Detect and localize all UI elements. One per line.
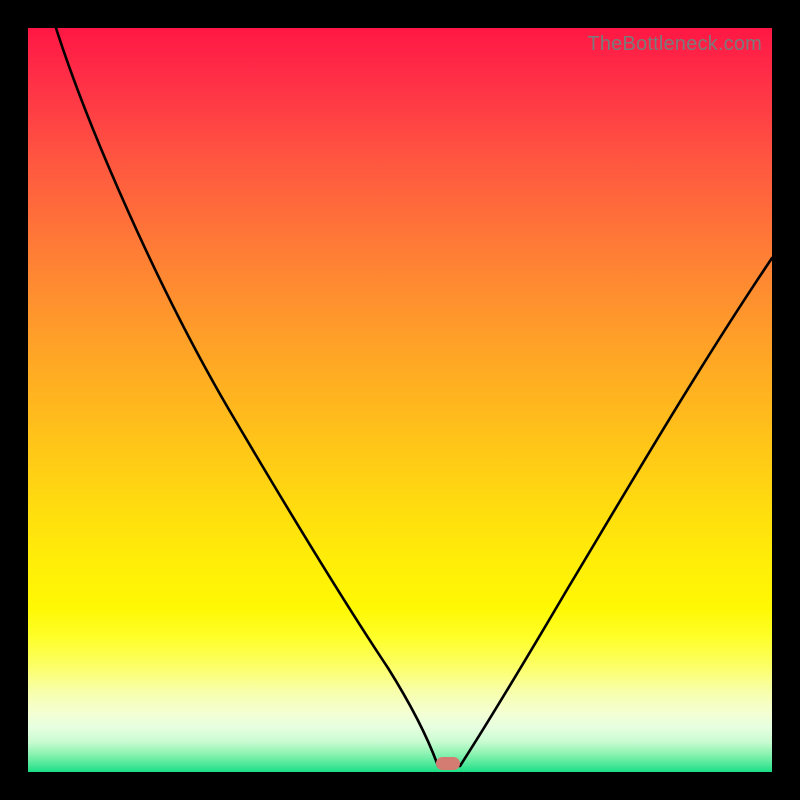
- chart-plot-area: TheBottleneck.com: [28, 28, 772, 772]
- bottleneck-curve: [28, 28, 772, 772]
- optimal-marker: [436, 757, 460, 770]
- curve-path: [56, 28, 772, 766]
